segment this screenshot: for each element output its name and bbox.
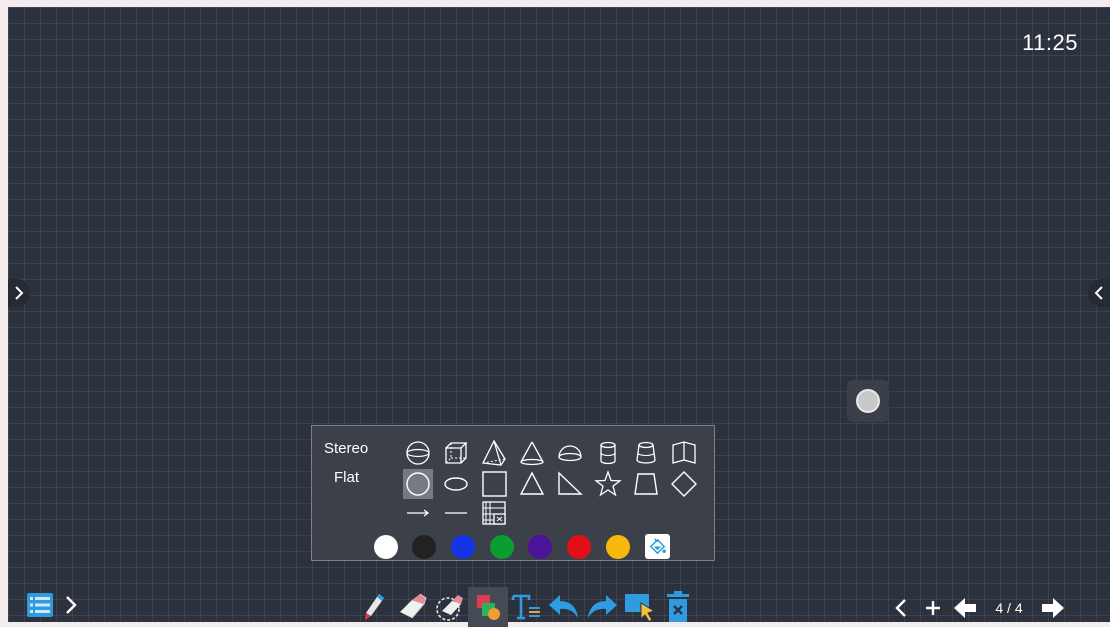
trapezoid-icon: [634, 473, 658, 495]
cone-icon: [520, 441, 544, 466]
text-tool-button[interactable]: [506, 587, 546, 627]
eraser-tool-button[interactable]: [392, 587, 432, 627]
redo-icon: [588, 595, 617, 618]
straight-line-icon: [445, 512, 467, 514]
shapes-tool-button[interactable]: [468, 587, 508, 627]
frustum-icon: [636, 441, 656, 464]
add-page-button[interactable]: [917, 591, 949, 625]
chevron-left-icon: [895, 599, 906, 617]
diamond-icon: [671, 471, 697, 497]
arrow-line-button[interactable]: [403, 498, 433, 528]
pen-tool-button[interactable]: [354, 587, 394, 627]
ellipse-icon: [444, 477, 468, 491]
previous-page-button[interactable]: [949, 591, 981, 625]
circle-icon: [406, 472, 430, 496]
arrow-left-icon: [954, 598, 976, 618]
menu-list-icon: [27, 592, 53, 617]
next-page-button[interactable]: [1037, 591, 1069, 625]
sphere-button[interactable]: [403, 438, 433, 468]
color-swatch-yellow[interactable]: [606, 535, 630, 559]
straight-line-button[interactable]: [441, 498, 471, 528]
stereo-label: Stereo: [324, 440, 369, 457]
paint-bucket-icon: [649, 538, 666, 555]
sphere-icon: [406, 441, 430, 465]
table-button[interactable]: [479, 498, 509, 528]
table-icon: [482, 501, 506, 525]
color-swatch-green[interactable]: [490, 535, 514, 559]
cube-button[interactable]: [441, 438, 471, 468]
diamond-button[interactable]: [669, 469, 699, 499]
cylinder-icon: [600, 441, 616, 465]
select-icon: [625, 594, 656, 623]
color-swatch-blue[interactable]: [451, 535, 475, 559]
flat-label: Flat: [334, 469, 360, 486]
bottom-left-toolbar: [26, 590, 78, 624]
fill-toggle-button[interactable]: [645, 534, 670, 559]
color-swatch-purple[interactable]: [528, 535, 552, 559]
left-panel-toggle[interactable]: [8, 279, 30, 307]
expand-toolbar-button[interactable]: [64, 594, 78, 621]
cylinder-button[interactable]: [593, 438, 623, 468]
undo-icon: [549, 595, 578, 618]
text-icon: [511, 594, 540, 620]
pyramid-button[interactable]: [479, 438, 509, 468]
main-toolbar: [355, 587, 697, 627]
triangle-button[interactable]: [517, 469, 547, 499]
whiteboard-canvas[interactable]: 11:25 Stereo Flat 4 / 4: [8, 7, 1110, 627]
chevron-right-icon: [15, 286, 24, 300]
hemisphere-button[interactable]: [555, 438, 585, 468]
menu-button[interactable]: [26, 592, 54, 623]
area-eraser-icon: [436, 595, 463, 621]
pen-icon: [365, 594, 384, 620]
plus-icon: [926, 601, 940, 615]
trapezoid-button[interactable]: [631, 469, 661, 499]
clear-canvas-button[interactable]: [658, 587, 698, 627]
clock: 11:25: [1022, 30, 1078, 55]
square-icon: [482, 471, 507, 497]
undo-button[interactable]: [544, 587, 584, 627]
color-swatch-black[interactable]: [412, 535, 436, 559]
square-button[interactable]: [479, 469, 509, 499]
cube-icon: [445, 442, 468, 464]
cone-button[interactable]: [517, 438, 547, 468]
floating-assistive-button[interactable]: [847, 380, 889, 422]
circle-button[interactable]: [403, 469, 433, 499]
page-navigation: 4 / 4: [885, 591, 1069, 625]
star-icon: [594, 470, 622, 497]
area-eraser-tool-button[interactable]: [430, 587, 470, 627]
frustum-button[interactable]: [631, 438, 661, 468]
chevron-right-icon: [66, 595, 77, 614]
right-triangle-button[interactable]: [555, 469, 585, 499]
chevron-left-icon: [1094, 286, 1103, 300]
prism-icon: [672, 441, 696, 464]
select-tool-button[interactable]: [620, 587, 660, 627]
shape-panel: Stereo Flat: [311, 425, 715, 561]
ellipse-button[interactable]: [441, 469, 471, 499]
color-swatch-white[interactable]: [374, 535, 398, 559]
prism-button[interactable]: [669, 438, 699, 468]
hemisphere-icon: [558, 445, 582, 462]
color-swatch-red[interactable]: [567, 535, 591, 559]
arrow-line-icon: [407, 509, 430, 517]
eraser-icon: [400, 593, 427, 619]
right-triangle-icon: [558, 471, 583, 495]
clear-icon: [667, 591, 689, 622]
right-panel-toggle[interactable]: [1088, 279, 1110, 307]
page-list-prev-button[interactable]: [885, 591, 917, 625]
pyramid-icon: [482, 439, 506, 466]
star-button[interactable]: [593, 469, 623, 499]
arrow-right-icon: [1042, 598, 1064, 618]
shapes-icon: [477, 595, 500, 620]
page-counter: 4 / 4: [995, 600, 1023, 616]
triangle-icon: [519, 471, 545, 495]
redo-button[interactable]: [582, 587, 622, 627]
